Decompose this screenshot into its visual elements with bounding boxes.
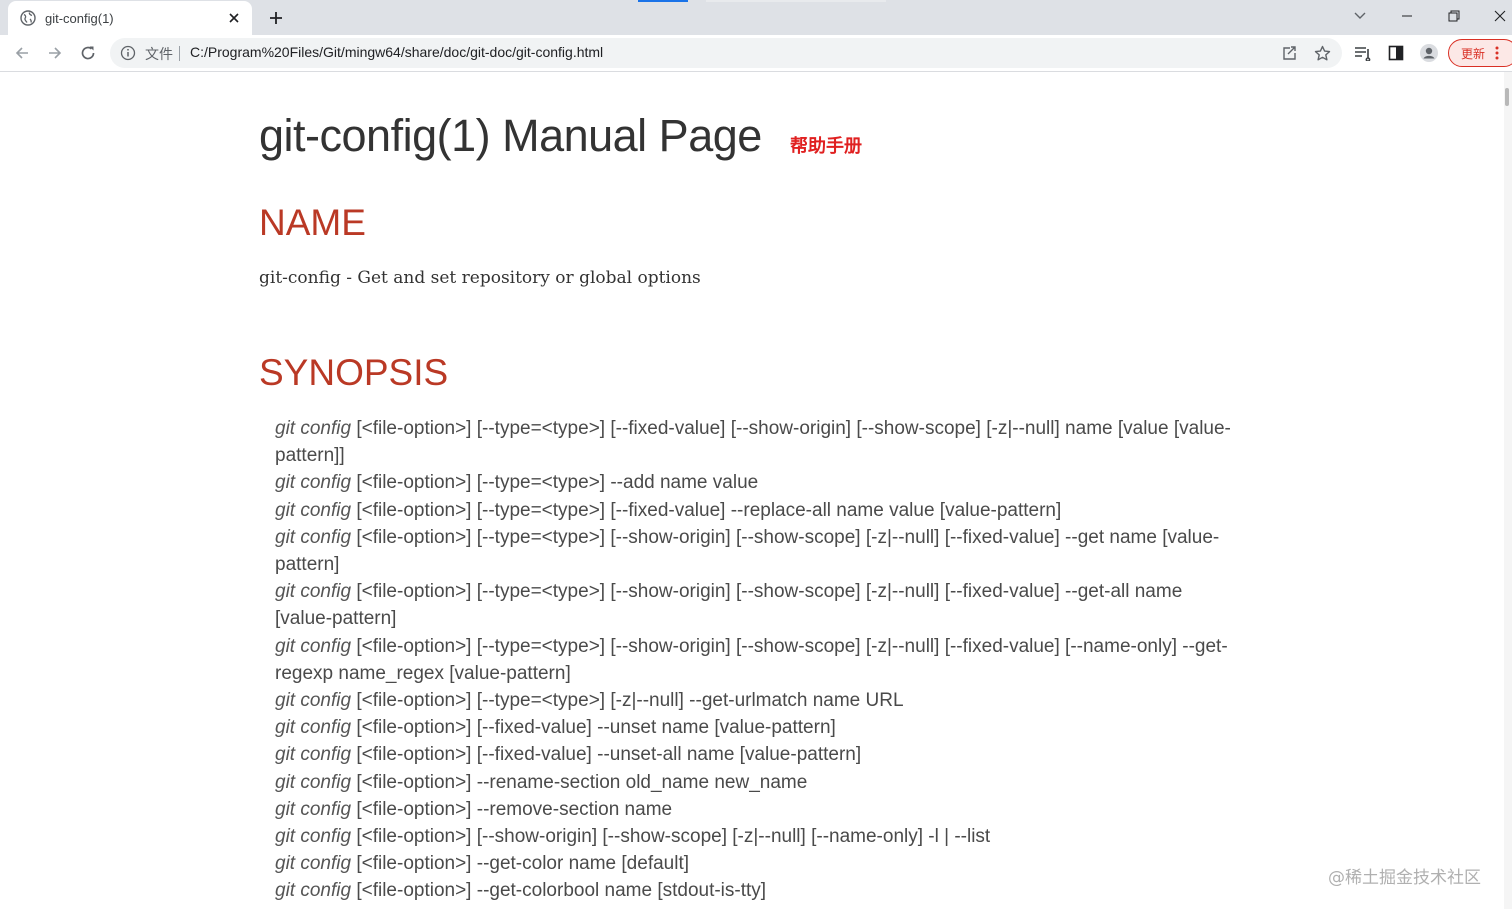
synopsis-command: git config	[275, 744, 352, 766]
star-icon[interactable]	[1313, 44, 1331, 62]
synopsis-command: git config	[275, 499, 352, 521]
synopsis-args: [<file-option>] --remove-section name	[356, 798, 673, 820]
synopsis-args: [<file-option>] [--type=<type>] [--show-…	[275, 526, 1220, 576]
url-text[interactable]: C:/Program%20Files/Git/mingw64/share/doc…	[190, 44, 603, 60]
info-icon[interactable]	[120, 45, 136, 61]
synopsis-args: [<file-option>] --rename-section old_nam…	[356, 771, 808, 793]
synopsis-line: git config [<file-option>] [--type=<type…	[275, 497, 1235, 524]
watermark: @稀土掘金技术社区	[1328, 868, 1481, 888]
synopsis-command: git config	[275, 853, 352, 875]
new-tab-button[interactable]	[264, 6, 288, 30]
scheme-label: 文件	[145, 46, 173, 62]
section-heading-synopsis: SYNOPSIS	[259, 352, 449, 393]
page-header: git-config(1) Manual Page	[259, 110, 762, 162]
more-vertical-icon	[1495, 46, 1499, 60]
side-panel-icon[interactable]	[1386, 43, 1406, 63]
synopsis-args: [<file-option>] [--type=<type>] [--show-…	[275, 581, 1183, 630]
browser-toolbar: 文件 C:/Program%20Files/Git/mingw64/share/…	[0, 35, 1512, 72]
synopsis-args: [<file-option>] [--fixed-value] --unset …	[356, 717, 836, 739]
synopsis-command: git config	[275, 826, 352, 848]
synopsis-line: git config [<file-option>] [--type=<type…	[275, 687, 1235, 714]
name-description: git-config - Get and set repository or g…	[259, 268, 701, 288]
synopsis-command: git config	[275, 690, 352, 712]
synopsis-command: git config	[275, 418, 352, 439]
forward-button[interactable]	[41, 39, 69, 67]
synopsis-block: git config [<file-option>] [--type=<type…	[275, 415, 1235, 905]
update-button[interactable]: 更新	[1448, 39, 1512, 67]
tab-title: git-config(1)	[45, 10, 114, 26]
minimize-icon	[1402, 15, 1412, 17]
window-close-button[interactable]	[1480, 0, 1512, 32]
profile-avatar-icon[interactable]	[1419, 43, 1439, 63]
update-label: 更新	[1461, 46, 1486, 61]
synopsis-line: git config [<file-option>] [--type=<type…	[275, 578, 1235, 632]
arrow-right-icon	[49, 47, 62, 59]
synopsis-command: git config	[275, 635, 352, 657]
tab-strip: git-config(1)	[0, 0, 1512, 35]
synopsis-args: [<file-option>] [--type=<type>] [-z|--nu…	[356, 690, 904, 712]
synopsis-line: git config [<file-option>] --remove-sect…	[275, 796, 1235, 823]
synopsis-line: git config [<file-option>] --rename-sect…	[275, 769, 1235, 796]
synopsis-line: git config [<file-option>] [--type=<type…	[275, 415, 1235, 469]
synopsis-command: git config	[275, 581, 352, 603]
synopsis-args: [<file-option>] --get-color name [defaul…	[356, 853, 690, 875]
help-manual-label: 帮助手册	[790, 136, 862, 157]
reload-button[interactable]	[74, 39, 102, 67]
page-scrollbar[interactable]	[1504, 72, 1512, 909]
synopsis-line: git config [<file-option>] [--show-origi…	[275, 823, 1235, 850]
page-title: git-config(1) Manual Page	[259, 110, 762, 161]
synopsis-line: git config [<file-option>] [--type=<type…	[275, 633, 1235, 687]
chevron-down-icon	[1354, 12, 1366, 19]
synopsis-command: git config	[275, 472, 352, 494]
globe-icon	[20, 10, 36, 26]
close-icon	[1494, 10, 1506, 22]
synopsis-command: git config	[275, 798, 352, 820]
address-bar[interactable]: 文件 C:/Program%20Files/Git/mingw64/share/…	[110, 38, 1342, 68]
share-icon[interactable]	[1280, 44, 1298, 62]
reload-icon	[81, 46, 95, 60]
arrow-left-icon	[15, 47, 28, 59]
synopsis-args: [<file-option>] --get-colorbool name [st…	[356, 880, 767, 902]
synopsis-command: git config	[275, 771, 352, 793]
restore-button[interactable]	[1434, 0, 1474, 32]
synopsis-line: git config [<file-option>] --get-colorbo…	[275, 877, 1235, 904]
synopsis-args: [<file-option>] [--fixed-value] --unset-…	[356, 744, 862, 766]
tab-git-config[interactable]: git-config(1)	[8, 1, 252, 35]
scrollbar-thumb[interactable]	[1505, 88, 1509, 106]
synopsis-line: git config [<file-option>] --get-color n…	[275, 850, 1235, 877]
plus-icon	[270, 12, 282, 24]
omnibox-divider	[179, 46, 180, 61]
restore-icon	[1448, 10, 1460, 22]
synopsis-args: [<file-option>] [--show-origin] [--show-…	[356, 826, 991, 848]
synopsis-line: git config [<file-option>] [--type=<type…	[275, 469, 1235, 496]
loading-indicator	[638, 0, 688, 2]
synopsis-line: git config [<file-option>] [--fixed-valu…	[275, 714, 1235, 741]
synopsis-line: git config [<file-option>] [--type=<type…	[275, 524, 1235, 578]
synopsis-command: git config	[275, 526, 352, 548]
section-heading-name: NAME	[259, 202, 366, 243]
minimize-button[interactable]	[1387, 0, 1427, 32]
synopsis-args: [<file-option>] [--type=<type>] [--show-…	[275, 635, 1228, 684]
loading-track	[706, 0, 886, 2]
synopsis-args: [<file-option>] [--type=<type>] [--fixed…	[275, 418, 1231, 467]
synopsis-args: [<file-option>] [--type=<type>] --add na…	[356, 472, 759, 494]
tab-search-button[interactable]	[1340, 0, 1380, 32]
close-icon[interactable]	[226, 10, 242, 26]
synopsis-command: git config	[275, 717, 352, 739]
back-button[interactable]	[8, 39, 36, 67]
synopsis-line: git config [<file-option>] [--fixed-valu…	[275, 741, 1235, 768]
reading-list-icon[interactable]	[1353, 43, 1373, 63]
synopsis-command: git config	[275, 880, 352, 902]
synopsis-args: [<file-option>] [--type=<type>] [--fixed…	[356, 499, 1062, 521]
